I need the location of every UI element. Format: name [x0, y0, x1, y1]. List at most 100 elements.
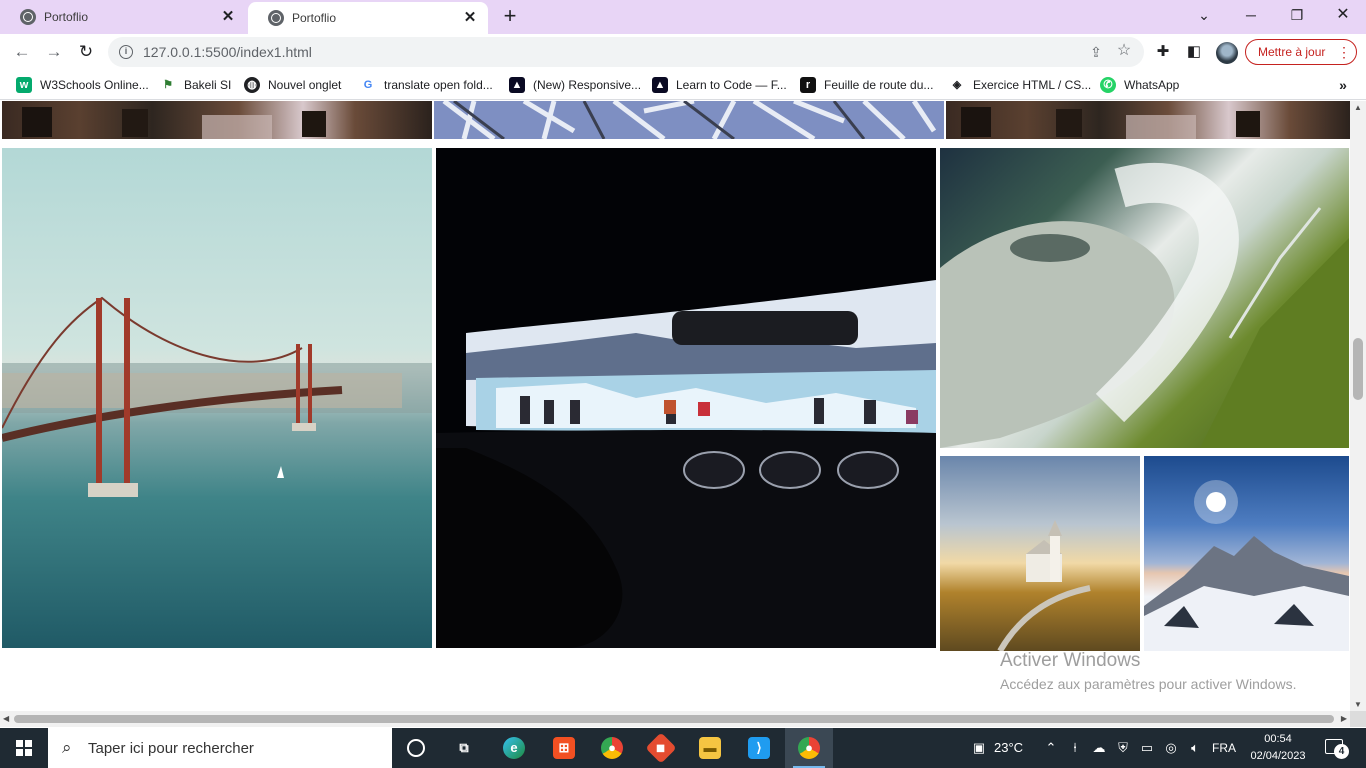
close-icon[interactable]: ✕ — [462, 10, 478, 26]
bookmark-nouvel-onglet[interactable]: ◍ Nouvel onglet — [244, 75, 341, 95]
car-photo — [436, 148, 936, 648]
notification-count: 4 — [1334, 744, 1349, 759]
extensions-puzzle-icon[interactable]: ✚ — [1153, 42, 1173, 62]
activate-windows-title: Activer Windows — [1000, 650, 1141, 671]
bookmark-label: WhatsApp — [1124, 78, 1180, 92]
clock[interactable]: 00:54 02/04/2023 — [1248, 731, 1308, 765]
edge-app[interactable]: e — [490, 728, 538, 768]
info-icon[interactable]: i — [119, 45, 133, 59]
chevron-up-icon[interactable]: ⌃ — [1042, 738, 1060, 758]
folder-icon: ▬ — [699, 737, 721, 759]
bookmark-responsive[interactable]: ▲ (New) Responsive... — [509, 75, 641, 95]
mountain-photo — [1144, 456, 1349, 651]
bookmark-label: W3Schools Online... — [40, 78, 149, 92]
tab-strip: Portoflio ✕ Portoflio ✕ + ⌄ ─ ❐ ✕ — [0, 0, 1366, 34]
store-app[interactable]: ⊞ — [540, 728, 588, 768]
cortana-button[interactable] — [392, 728, 440, 768]
bookmark-label: Nouvel onglet — [268, 78, 342, 92]
restore-button[interactable]: ❐ — [1274, 0, 1320, 32]
globe-icon: ◍ — [244, 77, 260, 93]
taskbar: ⌕ Taper ici pour rechercher ⧉ e ⊞ ● ◆ ▬ … — [0, 728, 1366, 768]
tab-title: Portoflio — [292, 11, 337, 25]
bookmark-roadmap[interactable]: r Feuille de route du... — [800, 75, 933, 95]
start-button[interactable] — [0, 728, 48, 768]
forward-arrow-icon[interactable]: → — [40, 38, 68, 66]
page-viewport: Activer Windows Accédez aux paramètres p… — [0, 101, 1350, 711]
scroll-left-icon[interactable]: ◀ — [3, 714, 9, 723]
bookmark-translate[interactable]: G translate open fold... — [360, 75, 493, 95]
horizontal-scroll-thumb[interactable] — [14, 715, 1334, 723]
vertical-scroll-thumb[interactable] — [1353, 338, 1363, 400]
clock-date: 02/04/2023 — [1250, 750, 1306, 762]
reload-icon[interactable]: ↻ — [72, 38, 100, 66]
vscode-app[interactable]: ⟩ — [735, 728, 783, 768]
language-indicator[interactable]: FRA — [1208, 738, 1240, 758]
weather-icon[interactable]: ▣ — [964, 738, 994, 758]
url-text[interactable]: 127.0.0.1:5500/index1.html — [143, 44, 312, 60]
top-mid-photo — [434, 101, 944, 139]
bookmark-learn-to-code[interactable]: ▲ Learn to Code — F... — [652, 75, 787, 95]
close-window-button[interactable]: ✕ — [1320, 0, 1366, 32]
volume-icon[interactable]: 🔈︎ — [1186, 738, 1204, 758]
minimize-button[interactable]: ─ — [1228, 0, 1274, 32]
git-icon: ◆ — [645, 732, 677, 764]
taskbar-search[interactable]: ⌕ Taper ici pour rechercher — [48, 728, 392, 768]
task-view-button[interactable]: ⧉ — [440, 728, 488, 768]
scroll-up-icon[interactable]: ▲ — [1354, 103, 1362, 112]
side-panel-icon[interactable]: ◧ — [1184, 42, 1204, 62]
bookmarks-bar: w W3Schools Online... ⚑ Bakeli SI ◍ Nouv… — [0, 70, 1366, 100]
antivirus-icon[interactable]: ⛨ — [1114, 738, 1132, 758]
store-icon: ⊞ — [553, 737, 575, 759]
cortana-icon — [407, 739, 425, 757]
avatar[interactable] — [1216, 42, 1238, 64]
tab-active[interactable]: Portoflio ✕ — [248, 2, 488, 34]
bookmark-bakeli[interactable]: ⚑ Bakeli SI — [160, 75, 231, 95]
tab-title: Portoflio — [44, 10, 89, 24]
plus-icon[interactable]: + — [498, 5, 522, 29]
top-left-photo — [2, 101, 432, 139]
google-icon: G — [360, 77, 376, 93]
update-label: Mettre à jour — [1258, 45, 1326, 59]
chrome-active-app[interactable]: ● — [785, 728, 833, 768]
bookmark-whatsapp[interactable]: ✆ WhatsApp — [1100, 75, 1179, 95]
diamond-icon: ◈ — [949, 77, 965, 93]
church-photo — [940, 456, 1140, 651]
tab-inactive[interactable]: Portoflio ✕ — [0, 0, 246, 34]
usb-icon[interactable]: ⍿ — [1066, 738, 1084, 758]
search-icon: ⌕ — [62, 738, 72, 757]
top-right-photo — [946, 101, 1350, 139]
bookmark-label: (New) Responsive... — [533, 78, 642, 92]
clock-time: 00:54 — [1264, 733, 1292, 745]
horizontal-scrollbar[interactable]: ◀ ▶ — [0, 711, 1350, 727]
tab-search-chevron-icon[interactable]: ⌄ — [1181, 0, 1227, 32]
back-arrow-icon[interactable]: ← — [8, 38, 36, 66]
battery-icon[interactable]: ▭ — [1138, 738, 1156, 758]
bookmark-label: Bakeli SI — [184, 78, 232, 92]
chevron-double-right-icon[interactable]: » — [1334, 75, 1352, 95]
bookmark-w3schools[interactable]: w W3Schools Online... — [16, 75, 149, 95]
network-icon[interactable]: ◎ — [1162, 738, 1180, 758]
star-icon[interactable]: ☆ — [1116, 43, 1132, 59]
chrome-icon: ● — [798, 737, 820, 759]
close-icon[interactable]: ✕ — [220, 9, 236, 25]
search-placeholder: Taper ici pour rechercher — [88, 740, 254, 757]
activate-windows-subtitle: Accédez aux paramètres pour activer Wind… — [1000, 676, 1297, 692]
scroll-right-icon[interactable]: ▶ — [1341, 714, 1347, 723]
share-icon[interactable]: ⇪ — [1088, 44, 1104, 60]
chrome-app[interactable]: ● — [588, 728, 636, 768]
browser-toolbar: ← → ↻ i 127.0.0.1:5500/index1.html ⇪ ☆ ✚… — [0, 34, 1366, 70]
vscode-icon: ⟩ — [748, 737, 770, 759]
scroll-down-icon[interactable]: ▼ — [1354, 700, 1362, 709]
cloud-icon[interactable]: ☁ — [1090, 738, 1108, 758]
roadmap-icon: r — [800, 77, 816, 93]
weather-temperature[interactable]: 23°C — [994, 738, 1034, 758]
explorer-app[interactable]: ▬ — [686, 728, 734, 768]
update-button[interactable]: Mettre à jour ⋮ — [1245, 39, 1357, 65]
vertical-scrollbar[interactable]: ▲ ▼ — [1350, 101, 1366, 711]
git-app[interactable]: ◆ — [637, 728, 685, 768]
bookmark-label: translate open fold... — [384, 78, 493, 92]
notification-center-button[interactable]: 4 — [1320, 736, 1350, 760]
bookmark-exercice[interactable]: ◈ Exercice HTML / CS... — [949, 75, 1091, 95]
windows-logo-icon — [16, 740, 32, 756]
address-bar[interactable]: i 127.0.0.1:5500/index1.html ⇪ ☆ — [108, 37, 1144, 67]
